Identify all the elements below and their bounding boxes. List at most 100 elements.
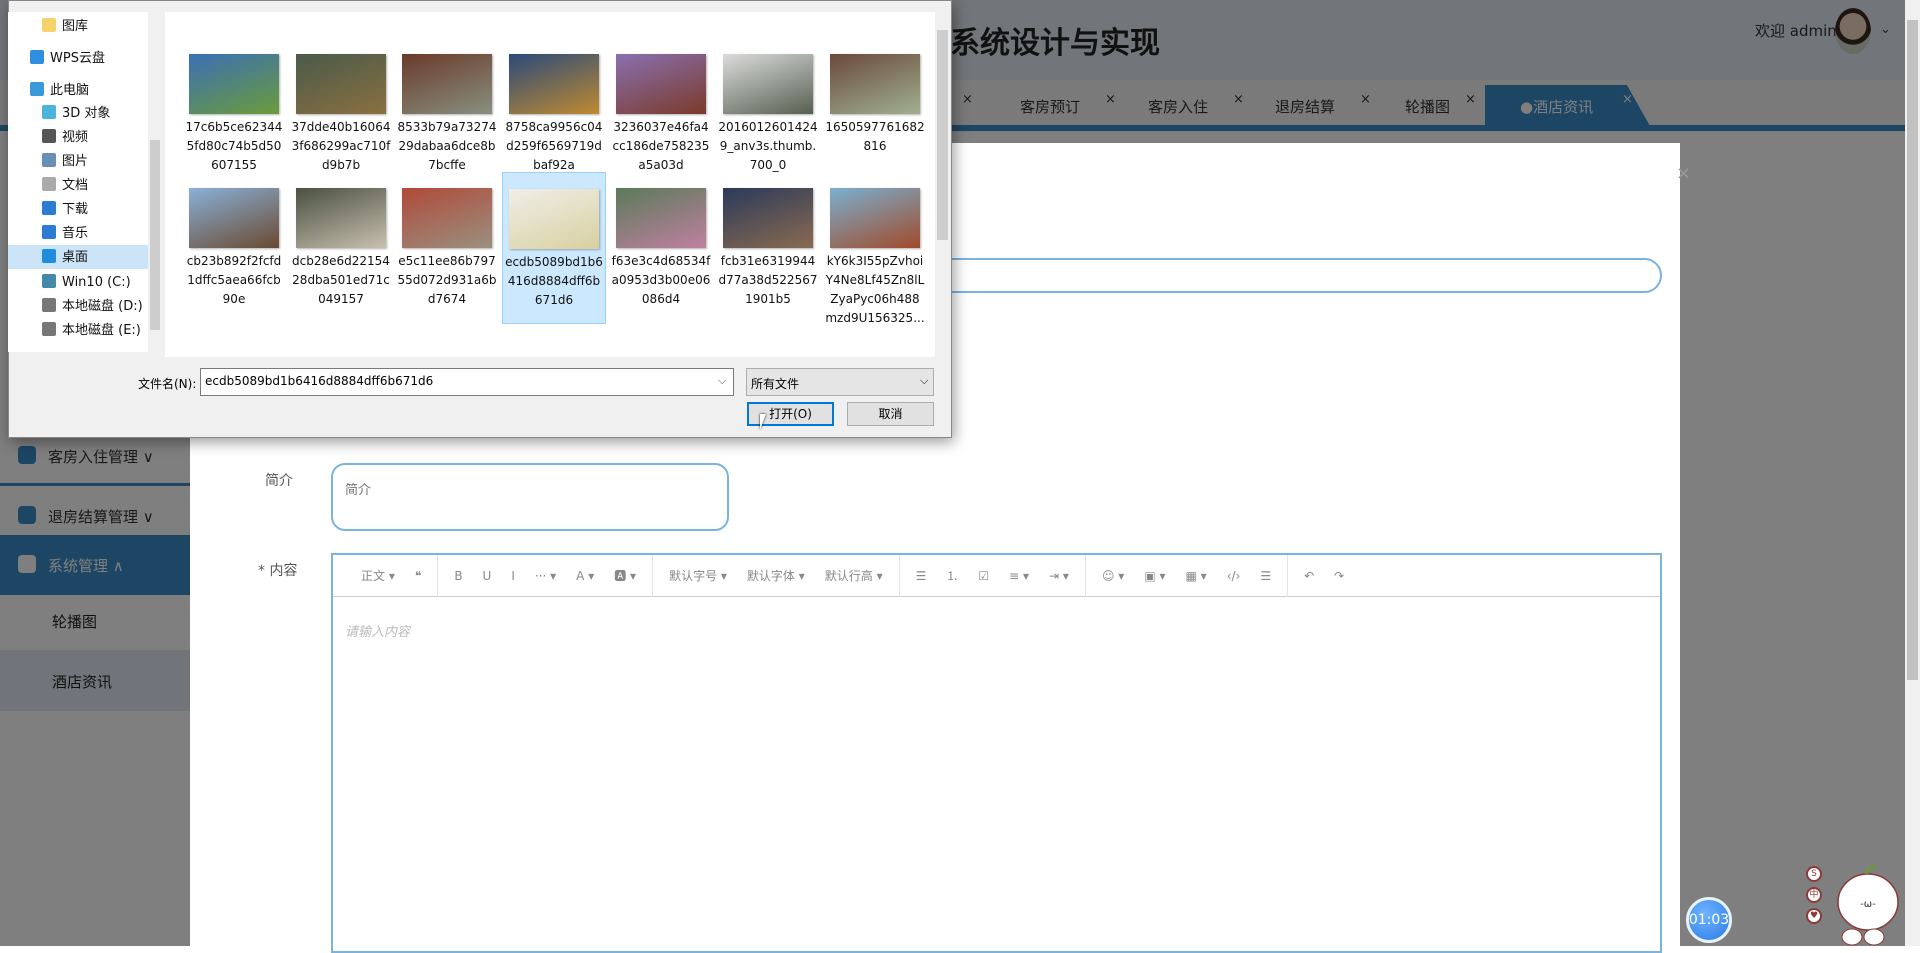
file-item[interactable]: 3236037e46fa4cc186de758235a5a03d: [609, 38, 713, 177]
mascot-icon[interactable]: -ω-: [1832, 857, 1900, 946]
nav-item[interactable]: 3D 对象: [42, 103, 110, 125]
nav-item[interactable]: 视频: [42, 127, 88, 149]
nav-item-label: 3D 对象: [62, 106, 111, 121]
toolbar-button[interactable]: ☺ ▾: [1092, 569, 1134, 583]
file-item[interactable]: 17c6b5ce623445fd80c74b5d50607155: [182, 38, 286, 177]
toolbar-button[interactable]: 默认行高 ▾: [815, 567, 893, 584]
language-icon[interactable]: 中: [1806, 887, 1822, 903]
timer-badge[interactable]: 01:03: [1686, 897, 1732, 943]
nav-item-label: 本地磁盘 (E:): [62, 323, 141, 338]
nav-item[interactable]: 音乐: [42, 223, 88, 245]
toolbar-button[interactable]: ☑: [968, 569, 999, 583]
file-name: 8758ca9956c04d259f6569719dbaf92a: [505, 120, 603, 172]
folder-icon: [42, 201, 56, 215]
folder-icon: [42, 177, 56, 191]
nav-scrollbar-thumb[interactable]: [150, 140, 160, 330]
rich-text-editor[interactable]: 正文 ▾ ❝ B U I ··· ▾ A ▾ 🅰 ▾ 默认字号 ▾ 默认字体 ▾ 默认行高 ▾ ☰ ⒈ ☑…: [331, 553, 1662, 953]
toolbar-button[interactable]: I: [501, 569, 525, 583]
image-thumbnail: [616, 188, 706, 248]
nav-item[interactable]: 图片: [42, 151, 88, 173]
file-scrollbar-thumb[interactable]: [937, 30, 948, 240]
nav-item-label: Win10 (C:): [62, 275, 131, 290]
nav-item[interactable]: 文档: [42, 175, 88, 197]
toolbar-button[interactable]: 正文 ▾: [351, 567, 405, 584]
toolbar-button[interactable]: ⒈: [936, 567, 968, 584]
nav-item[interactable]: 下载: [42, 199, 88, 221]
editor-placeholder[interactable]: 请输入内容: [345, 621, 410, 640]
nav-item-label: 本地磁盘 (D:): [62, 299, 143, 314]
close-icon[interactable]: ×: [1676, 163, 1691, 184]
toolbar-button[interactable]: ··· ▾: [525, 569, 566, 583]
toolbar-button[interactable]: ☰: [1250, 569, 1281, 583]
file-item[interactable]: 20160126014249_anv3s.thumb.700_0: [716, 38, 820, 177]
folder-icon: [42, 153, 56, 167]
file-name: ecdb5089bd1b6416d8884dff6b671d6: [505, 255, 603, 307]
svg-text:-ω-: -ω-: [1860, 899, 1876, 910]
image-thumbnail: [189, 54, 279, 114]
file-name: 37dde40b160643f686299ac710fd9b7b: [291, 120, 391, 172]
file-item[interactable]: 8758ca9956c04d259f6569719dbaf92a: [502, 38, 606, 177]
file-item[interactable]: kY6k3I55pZvhoiY4Ne8Lf45Zn8lLZyaPyc06h488…: [823, 172, 927, 330]
file-type-select[interactable]: 所有文件: [746, 368, 934, 396]
toolbar-button[interactable]: 🅰 ▾: [604, 567, 646, 584]
toolbar-button[interactable]: U: [473, 569, 502, 583]
sogou-icon[interactable]: S: [1806, 866, 1822, 882]
file-item[interactable]: dcb28e6d2215428dba501ed71c049157: [289, 172, 393, 311]
file-name: 8533b79a7327429dabaa6dce8b7bcffe: [397, 120, 497, 172]
file-name: cb23b892f2fcfd1dffc5aea66fcb90e: [186, 254, 282, 306]
image-thumbnail: [509, 54, 599, 114]
editor-toolbar: 正文 ▾ ❝ B U I ··· ▾ A ▾ 🅰 ▾ 默认字号 ▾ 默认字体 ▾ 默认行高 ▾ ☰ ⒈ ☑…: [333, 554, 1660, 597]
toolbar-button[interactable]: 默认字体 ▾: [737, 567, 815, 584]
file-item[interactable]: e5c11ee86b79755d072d931a6bd7674: [395, 172, 499, 311]
nav-item-label: 文档: [62, 178, 89, 193]
nav-item[interactable]: 桌面: [42, 247, 88, 269]
toolbar-button[interactable]: ☰: [906, 569, 937, 583]
toolbar-button[interactable]: 默认字号 ▾: [659, 567, 737, 584]
file-name: kY6k3I55pZvhoiY4Ne8Lf45Zn8lLZyaPyc06h488…: [825, 254, 925, 325]
content-label: * 内容: [258, 563, 298, 579]
toolbar-button[interactable]: ▣ ▾: [1134, 569, 1175, 583]
intro-label: 简介: [265, 473, 293, 489]
chevron-down-icon[interactable]: ⌵: [718, 374, 726, 388]
nav-item[interactable]: 本地磁盘 (E:): [42, 320, 141, 342]
folder-icon: [30, 82, 44, 96]
image-thumbnail: [830, 188, 920, 248]
folder-icon: [42, 225, 56, 239]
nav-item[interactable]: WPS云盘: [30, 48, 105, 70]
toolbar-button[interactable]: ▦ ▾: [1176, 569, 1217, 583]
nav-item[interactable]: Win10 (C:): [42, 272, 131, 294]
file-item[interactable]: 8533b79a7327429dabaa6dce8b7bcffe: [395, 38, 499, 177]
nav-item[interactable]: 图库: [42, 16, 88, 38]
nav-item[interactable]: 本地磁盘 (D:): [42, 296, 143, 318]
file-item[interactable]: 37dde40b160643f686299ac710fd9b7b: [289, 38, 393, 177]
file-item[interactable]: f63e3c4d68534fa0953d3b00e06086d4: [609, 172, 713, 311]
toolbar-button[interactable]: ≡ ▾: [999, 569, 1039, 583]
folder-icon: [42, 249, 56, 263]
nav-item-label: 图片: [62, 154, 89, 169]
nav-item-label: 桌面: [62, 250, 89, 265]
cancel-button[interactable]: 取消: [847, 402, 934, 426]
intro-textarea[interactable]: [331, 463, 729, 531]
toolbar-button[interactable]: ↷: [1324, 569, 1354, 583]
image-thumbnail: [189, 188, 279, 248]
toolbar-button[interactable]: ↶: [1294, 569, 1324, 583]
toolbar-button[interactable]: B: [444, 569, 472, 583]
file-item[interactable]: ecdb5089bd1b6416d8884dff6b671d6: [502, 172, 606, 324]
chevron-down-icon[interactable]: ⌵: [920, 374, 928, 388]
nav-item[interactable]: 此电脑: [30, 80, 89, 102]
toolbar-button[interactable]: ❝: [405, 569, 431, 583]
toolbar-button[interactable]: ‹/›: [1217, 569, 1251, 583]
nav-item-label: 此电脑: [50, 83, 90, 98]
nav-item-label: 下载: [62, 202, 89, 217]
filename-label: 文件名(N):: [138, 377, 197, 391]
page-scrollbar-thumb[interactable]: [1907, 20, 1918, 680]
filename-input[interactable]: ecdb5089bd1b6416d8884dff6b671d6: [200, 368, 734, 396]
file-item[interactable]: 1650597761682816: [823, 38, 927, 158]
toolbar-divider: [1084, 554, 1086, 597]
file-item[interactable]: cb23b892f2fcfd1dffc5aea66fcb90e: [182, 172, 286, 311]
file-item[interactable]: fcb31e6319944d77a38d5225671901b5: [716, 172, 820, 311]
skin-icon[interactable]: ♥: [1806, 908, 1822, 924]
image-thumbnail: [723, 188, 813, 248]
toolbar-button[interactable]: ⇥ ▾: [1039, 569, 1079, 583]
toolbar-button[interactable]: A ▾: [566, 569, 604, 583]
